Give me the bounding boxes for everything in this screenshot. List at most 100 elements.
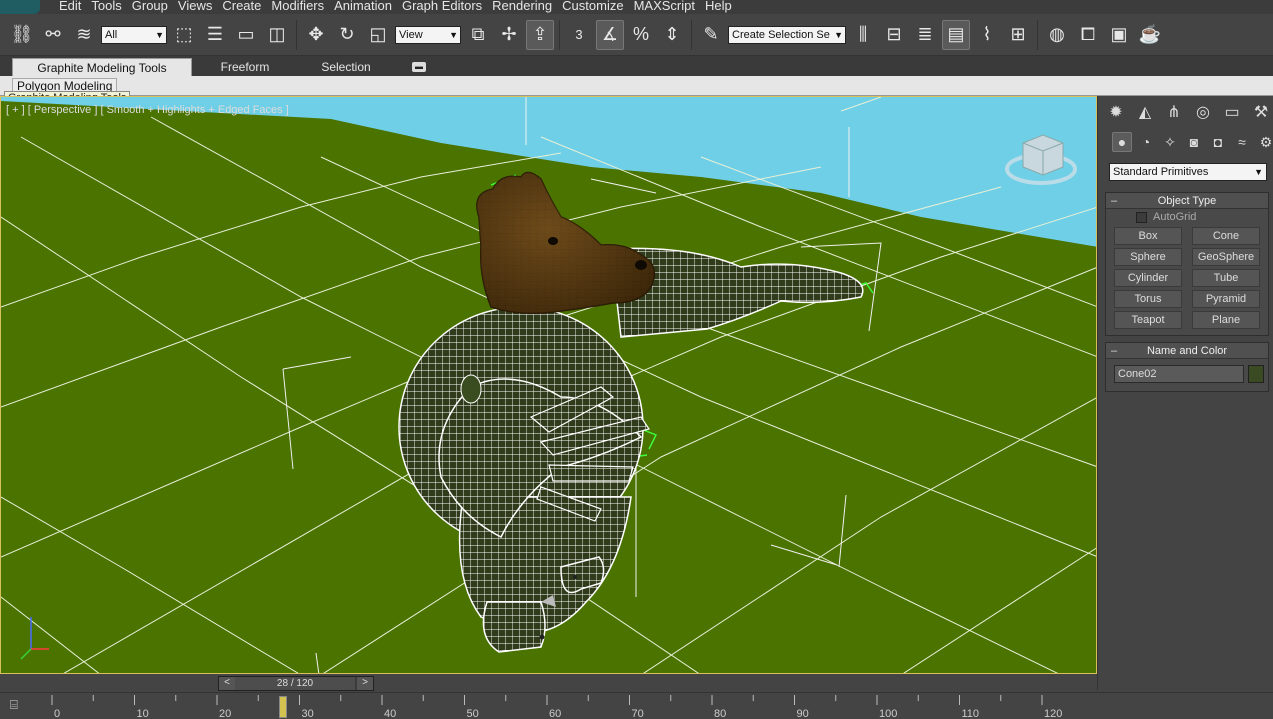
lights-icon[interactable]: ✧ xyxy=(1160,132,1180,152)
frame-tick-label: 30 xyxy=(302,708,314,719)
viewport-label[interactable]: [ + ] [ Perspective ] [ Smooth + Highlig… xyxy=(6,104,289,116)
cone-button[interactable]: Cone xyxy=(1192,227,1260,245)
tube-button[interactable]: Tube xyxy=(1192,269,1260,287)
schematic-view-icon[interactable]: ⊞ xyxy=(1004,20,1032,50)
angle-snap-icon[interactable]: ∡ xyxy=(596,19,624,50)
selection-filter-dropdown[interactable]: All ▼ xyxy=(101,25,167,44)
select-object-icon[interactable]: ⬚ xyxy=(170,20,198,50)
menu-modifiers[interactable]: Modifiers xyxy=(266,0,329,12)
align-icon[interactable]: ⊟ xyxy=(880,20,908,50)
app-logo-icon[interactable] xyxy=(0,0,40,14)
render-setup-icon[interactable]: ⧠ xyxy=(1074,20,1102,50)
menu-tools[interactable]: Tools xyxy=(86,0,126,12)
utilities-tab-icon[interactable]: ⚒ xyxy=(1249,100,1273,124)
menu-group[interactable]: Group xyxy=(127,0,173,12)
cameras-icon[interactable]: ◙ xyxy=(1184,132,1204,152)
menu-views[interactable]: Views xyxy=(173,0,217,12)
hierarchy-tab-icon[interactable]: ⋔ xyxy=(1162,100,1186,124)
spinner-snap-icon[interactable]: ⇕ xyxy=(658,20,686,50)
rotate-icon[interactable]: ↻ xyxy=(333,20,361,50)
modify-tab-icon[interactable]: ◭ xyxy=(1133,100,1157,124)
current-frame-marker[interactable] xyxy=(279,696,287,718)
geometry-icon[interactable]: ● xyxy=(1112,132,1132,152)
object-type-header[interactable]: – Object Type xyxy=(1106,193,1268,209)
display-tab-icon[interactable]: ▭ xyxy=(1220,100,1244,124)
frame-track[interactable]: 0 10 20 30 40 50 60 70 80 90 100 110 120 xyxy=(46,693,1096,719)
edit-named-selection-icon[interactable]: ✎ xyxy=(697,20,725,50)
systems-icon[interactable]: ⚙ xyxy=(1256,132,1273,152)
name-and-color-header[interactable]: – Name and Color xyxy=(1106,343,1268,359)
teapot-button[interactable]: Teapot xyxy=(1114,311,1182,329)
pyramid-button[interactable]: Pyramid xyxy=(1192,290,1260,308)
menu-maxscript[interactable]: MAXScript xyxy=(629,0,700,12)
primitive-type-dropdown[interactable]: Standard Primitives ▼ xyxy=(1109,163,1267,181)
pivot-center-icon[interactable]: ⧉ xyxy=(464,20,492,50)
tab-selection[interactable]: Selection xyxy=(298,58,394,76)
menu-edit[interactable]: Edit xyxy=(54,0,86,12)
bind-space-warp-icon[interactable]: ≋ xyxy=(70,20,98,50)
select-by-name-icon[interactable]: ☰ xyxy=(201,20,229,50)
mirror-icon[interactable]: ⫼ xyxy=(849,20,877,50)
reference-coord-dropdown[interactable]: View ▼ xyxy=(395,25,461,44)
time-slider[interactable]: < 28 / 120 > xyxy=(218,676,374,691)
chevron-down-icon: ▼ xyxy=(449,29,458,40)
autogrid-option[interactable]: AutoGrid xyxy=(1136,211,1196,223)
chevron-down-icon: ▼ xyxy=(1254,167,1263,177)
select-manipulate-icon[interactable]: ✢ xyxy=(495,20,523,50)
space-warps-icon[interactable]: ≈ xyxy=(1232,132,1252,152)
box-button[interactable]: Box xyxy=(1114,227,1182,245)
graphite-toggle-icon[interactable]: ▤ xyxy=(942,19,970,50)
menu-bar: Edit Tools Group Views Create Modifiers … xyxy=(0,0,1273,14)
ribbon-minimize-icon[interactable]: ▬ xyxy=(412,62,426,72)
render-teapot-icon[interactable]: ☕ xyxy=(1136,20,1164,50)
plane-button[interactable]: Plane xyxy=(1192,311,1260,329)
link-icon[interactable]: ⛓ xyxy=(8,20,36,50)
menu-graph-editors[interactable]: Graph Editors xyxy=(397,0,487,12)
object-type-rollout: – Object Type AutoGrid Box Cone Sphere G… xyxy=(1105,192,1269,336)
motion-tab-icon[interactable]: ◎ xyxy=(1191,100,1215,124)
menu-rendering[interactable]: Rendering xyxy=(487,0,557,12)
tab-graphite-modeling-tools[interactable]: Graphite Modeling Tools xyxy=(12,58,192,76)
window-crossing-icon[interactable]: ◫ xyxy=(263,20,291,50)
named-selection-dropdown[interactable]: Create Selection Se ▼ xyxy=(728,25,846,44)
next-frame-icon[interactable]: > xyxy=(357,677,373,690)
perspective-viewport[interactable] xyxy=(0,96,1097,674)
menu-help[interactable]: Help xyxy=(700,0,737,12)
move-icon[interactable]: ✥ xyxy=(302,20,330,50)
create-category-buttons: ● ◔ ✧ ◙ ◘ ≈ ⚙ xyxy=(1112,132,1273,152)
geosphere-button[interactable]: GeoSphere xyxy=(1192,248,1260,266)
shapes-icon[interactable]: ◔ xyxy=(1136,132,1156,152)
object-name-input[interactable]: Cone02 xyxy=(1114,365,1244,383)
percent-snap-icon[interactable]: % xyxy=(627,20,655,50)
tab-freeform[interactable]: Freeform xyxy=(200,58,290,76)
create-tab-icon[interactable]: ✹ xyxy=(1104,100,1128,124)
autogrid-label: AutoGrid xyxy=(1153,211,1197,223)
rectangular-selection-icon[interactable]: ▭ xyxy=(232,20,260,50)
frame-tick-label: 110 xyxy=(962,708,980,719)
material-editor-icon[interactable]: ◍ xyxy=(1043,20,1071,50)
layer-manager-icon[interactable]: ≣ xyxy=(911,20,939,50)
sphere-button[interactable]: Sphere xyxy=(1114,248,1182,266)
scale-icon[interactable]: ◱ xyxy=(364,20,392,50)
menu-customize[interactable]: Customize xyxy=(557,0,628,12)
time-slider-thumb[interactable]: 28 / 120 xyxy=(235,677,355,690)
rendered-frame-icon[interactable]: ▣ xyxy=(1105,20,1133,50)
object-color-swatch[interactable] xyxy=(1248,365,1264,383)
curve-editor-icon[interactable]: ⌇ xyxy=(973,20,1001,50)
frame-ticks: 0 10 20 30 40 50 60 70 80 90 100 110 120 xyxy=(51,695,1062,719)
snaps-toggle-icon[interactable]: 3 xyxy=(565,20,593,50)
frame-tick-label: 50 xyxy=(467,708,479,719)
open-mini-curve-editor-icon[interactable]: ⌸ xyxy=(10,697,32,715)
menu-animation[interactable]: Animation xyxy=(329,0,397,12)
autogrid-checkbox[interactable] xyxy=(1136,211,1147,223)
selection-filter-value: All xyxy=(105,28,118,41)
menu-create[interactable]: Create xyxy=(217,0,266,12)
unlink-icon[interactable]: ⚯ xyxy=(39,20,67,50)
previous-frame-icon[interactable]: < xyxy=(219,677,235,690)
cylinder-button[interactable]: Cylinder xyxy=(1114,269,1182,287)
helpers-icon[interactable]: ◘ xyxy=(1208,132,1228,152)
main-toolbar: ⛓ ⚯ ≋ All ▼ ⬚ ☰ ▭ ◫ ✥ ↻ ◱ View ▼ ⧉ ✢ ⇪ 3 ∡… xyxy=(0,14,1273,56)
ribbon-tabs: Graphite Modeling Tools Freeform Selecti… xyxy=(0,56,1273,76)
torus-button[interactable]: Torus xyxy=(1114,290,1182,308)
keyboard-shortcut-override-icon[interactable]: ⇪ xyxy=(526,19,554,50)
